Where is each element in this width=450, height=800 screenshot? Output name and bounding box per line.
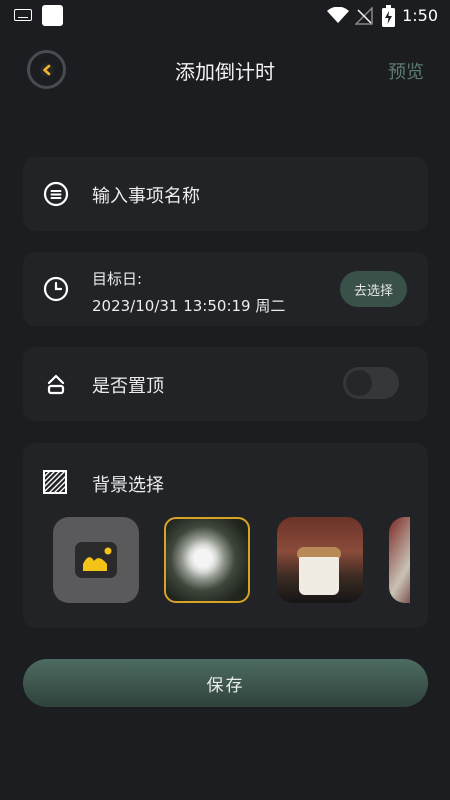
keyboard-icon: [14, 9, 32, 21]
pattern-icon: [43, 470, 67, 494]
page-title: 添加倒计时: [175, 60, 275, 84]
pin-top-icon: [47, 374, 65, 395]
choose-date-button[interactable]: 去选择: [340, 271, 407, 307]
dandelion-thumb[interactable]: [164, 517, 250, 603]
image-icon: [75, 542, 117, 578]
target-date-label: 目标日:: [92, 270, 143, 288]
battery-charging-icon: [382, 5, 395, 27]
pin-top-toggle[interactable]: [343, 367, 399, 399]
background-select-label: 背景选择: [92, 475, 164, 496]
coffee-cup: [299, 557, 339, 595]
pin-top-label: 是否置顶: [92, 376, 164, 397]
status-time: 1:50: [402, 6, 438, 25]
notification-icon: [42, 5, 63, 26]
background-select-card: 背景选择: [23, 443, 428, 628]
background-thumbnails: [53, 517, 410, 605]
wifi-icon: [327, 7, 349, 23]
toggle-knob: [346, 370, 372, 396]
pin-top-card: 是否置顶: [23, 347, 428, 421]
save-button[interactable]: 保存: [23, 659, 428, 707]
target-date-value: 2023/10/31 13:50:19 周二: [92, 297, 286, 315]
target-date-card: 目标日: 2023/10/31 13:50:19 周二 去选择: [23, 252, 428, 326]
clock-icon: [43, 276, 69, 302]
add-image-thumb[interactable]: [53, 517, 139, 603]
photo-thumb[interactable]: [389, 517, 410, 603]
list-icon: [43, 181, 69, 207]
coffee-thumb[interactable]: [277, 517, 363, 603]
event-name-input[interactable]: 输入事项名称: [92, 182, 200, 208]
status-bar: 1:50: [0, 0, 450, 32]
preview-button[interactable]: 预览: [388, 58, 424, 84]
event-name-card[interactable]: 输入事项名称: [23, 157, 428, 231]
signal-icon: [355, 7, 373, 25]
